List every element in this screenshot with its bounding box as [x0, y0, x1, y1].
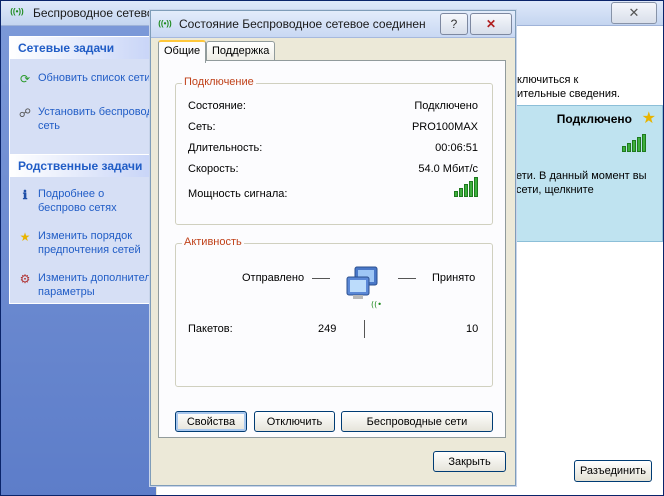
background-info-text-1: ключиться к: [517, 74, 579, 86]
network-card-text-2: сети, щелкните: [516, 184, 594, 196]
task-pane: Сетевые задачи ⟳ Обновить список сети ☍ …: [1, 26, 157, 495]
activity-group: Активность Отправлено Принято Пакетов: 2…: [175, 236, 493, 387]
background-disconnect-button[interactable]: Разъединить: [574, 460, 652, 482]
dialog-titlebar[interactable]: ((•)) Состояние Беспроводное сетевое сое…: [151, 11, 515, 38]
close-button[interactable]: Закрыть: [433, 451, 506, 472]
task-change-preference-order[interactable]: ★ Изменить порядок предпочтения сетей: [10, 225, 157, 263]
svg-text:((•)): ((•)): [371, 300, 381, 309]
network-card[interactable]: Подключено ★ ети. В данный момент вы сет…: [511, 105, 663, 242]
tab-general[interactable]: Общие: [158, 40, 207, 63]
task-label: Подробнее о беспрово сетях: [38, 188, 117, 214]
task-label: Установить беспровод сеть: [38, 106, 153, 132]
network-card-status: Подключено: [556, 112, 632, 126]
network-tasks-header[interactable]: Сетевые задачи: [10, 37, 157, 59]
task-label: Изменить дополнител параметры: [38, 272, 151, 298]
background-close-button[interactable]: ✕: [611, 2, 657, 24]
received-label: Принято: [432, 272, 476, 284]
task-change-advanced-settings[interactable]: ⚙ Изменить дополнител параметры: [10, 267, 157, 305]
received-line: [398, 278, 416, 279]
properties-button[interactable]: Свойства: [175, 411, 247, 432]
sent-label: Отправлено: [242, 272, 305, 284]
signal-strength-bars: [454, 177, 478, 197]
connection-group-title: Подключение: [182, 76, 256, 88]
settings-icon: ⚙: [19, 272, 31, 286]
general-tab-page: Подключение Состояние: Подключено Сеть: …: [158, 60, 506, 438]
status-label: Состояние:: [188, 100, 246, 112]
dialog-close-button[interactable]: ✕: [470, 13, 512, 35]
refresh-icon: ⟳: [19, 72, 31, 86]
connection-group: Подключение Состояние: Подключено Сеть: …: [175, 76, 493, 225]
speed-value: 54.0 Мбит/с: [418, 163, 478, 175]
speed-label: Скорость:: [188, 163, 239, 175]
status-value: Подключено: [414, 100, 478, 112]
packets-sent-value: 249: [318, 323, 337, 335]
related-tasks-header[interactable]: Родственные задачи: [10, 155, 157, 177]
sent-line: [312, 278, 330, 279]
dialog-title: Состояние Беспроводное сетевое соединен.…: [179, 17, 425, 31]
network-value: PRO100MAX: [411, 121, 478, 133]
wireless-network-icon: ((•)): [10, 7, 24, 16]
activity-group-title: Активность: [182, 236, 244, 248]
duration-label: Длительность:: [188, 142, 263, 154]
network-activity-computer-icon: ((•)): [346, 266, 381, 309]
wireless-networks-button[interactable]: Беспроводные сети: [341, 411, 493, 432]
background-info-text-2: ительные сведения.: [517, 88, 620, 100]
task-label: Изменить порядок предпочтения сетей: [38, 230, 141, 256]
network-tasks-group: Сетевые задачи ⟳ Обновить список сети ☍ …: [9, 36, 157, 158]
wireless-status-dialog: ((•)) Состояние Беспроводное сетевое сое…: [150, 10, 516, 486]
network-label: Сеть:: [188, 121, 216, 133]
wireless-network-icon: ((•)): [158, 19, 172, 28]
duration-value: 00:06:51: [435, 142, 478, 154]
task-label: Обновить список сети: [38, 72, 151, 84]
task-refresh-network-list[interactable]: ⟳ Обновить список сети: [10, 67, 157, 91]
info-icon: ℹ: [22, 188, 28, 202]
network-card-text-1: ети. В данный момент вы: [516, 170, 647, 182]
tab-support[interactable]: Поддержка: [206, 41, 276, 61]
packets-label: Пакетов:: [188, 323, 233, 335]
task-learn-wireless[interactable]: ℹ Подробнее о беспрово сетях: [10, 183, 157, 221]
background-window-title: Беспроводное сетевое: [33, 6, 153, 20]
star-icon: ★: [19, 230, 31, 244]
signal-strength-label: Мощность сигнала:: [188, 188, 288, 200]
network-card-signal-bars: [622, 134, 646, 152]
disconnect-button[interactable]: Отключить: [254, 411, 335, 432]
related-tasks-group: Родственные задачи ℹ Подробнее о беспров…: [9, 154, 157, 304]
setup-network-icon: ☍: [18, 106, 32, 120]
task-setup-wireless-network[interactable]: ☍ Установить беспровод сеть: [10, 101, 157, 139]
preferred-star-icon: ★: [641, 110, 656, 127]
packets-divider: [364, 320, 365, 338]
packets-received-value: 10: [466, 323, 479, 335]
help-button[interactable]: ?: [440, 13, 468, 35]
